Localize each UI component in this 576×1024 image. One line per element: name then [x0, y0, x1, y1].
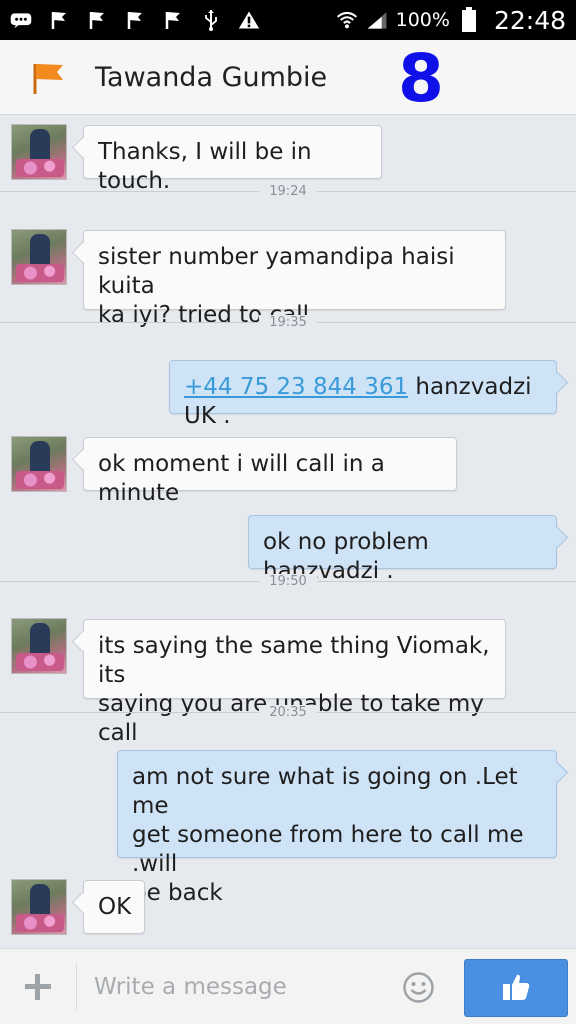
- battery-percent: 100%: [395, 9, 450, 31]
- incoming-message[interactable]: ok moment i will call in a minute: [83, 437, 457, 506]
- message-text: ok moment i will call in a minute: [98, 451, 385, 506]
- flag-icon: [86, 9, 108, 31]
- incoming-message[interactable]: sister number yamandipa haisi kuita ka i…: [83, 230, 506, 328]
- warning-icon: [238, 9, 260, 31]
- time-separator: 19:50: [0, 571, 576, 591]
- contact-avatar[interactable]: [11, 618, 67, 674]
- plus-icon[interactable]: [22, 971, 54, 1003]
- usb-icon: [200, 9, 222, 31]
- contact-avatar[interactable]: [11, 436, 67, 492]
- message-text: OK: [98, 894, 132, 920]
- message-thread[interactable]: Thanks, I will be in touch. 19:24 sister…: [0, 115, 576, 948]
- message-text-line: sister number yamandipa haisi kuita: [98, 244, 455, 299]
- outgoing-message[interactable]: ok no problem hanzvadzi .: [248, 515, 557, 584]
- battery-icon: [458, 7, 480, 32]
- flag-icon: [48, 9, 70, 31]
- signal-icon: [366, 9, 388, 31]
- incoming-message[interactable]: Thanks, I will be in touch.: [83, 125, 382, 194]
- status-bar-notifications: [10, 9, 336, 31]
- smiley-icon[interactable]: [402, 971, 435, 1004]
- contact-name[interactable]: Tawanda Gumbie: [95, 62, 327, 93]
- orange-flag-icon[interactable]: [30, 60, 66, 96]
- timestamp: 19:50: [259, 573, 317, 589]
- message-composer: [0, 948, 576, 1024]
- clock: 22:48: [493, 5, 566, 35]
- timestamp: 19:35: [259, 314, 317, 330]
- time-separator: 20:35: [0, 702, 576, 722]
- message-text-line: get someone from here to call me .will: [132, 822, 524, 877]
- time-separator: 19:24: [0, 181, 576, 201]
- like-button[interactable]: [464, 959, 568, 1017]
- message-text-line: its saying the same thing Viomak, its: [98, 633, 490, 688]
- timestamp: 19:24: [259, 183, 317, 199]
- timestamp: 20:35: [259, 704, 317, 720]
- outgoing-message[interactable]: +44 75 23 844 361 hanzvadzi UK .: [169, 360, 557, 429]
- message-input[interactable]: [94, 969, 384, 1005]
- contact-avatar[interactable]: [11, 879, 67, 935]
- contact-avatar[interactable]: [11, 124, 67, 180]
- unread-count-badge: 8: [398, 40, 444, 117]
- flag-icon: [124, 9, 146, 31]
- contact-avatar[interactable]: [11, 229, 67, 285]
- time-separator: 19:35: [0, 312, 576, 332]
- status-bar-system: 100% 22:48: [336, 6, 566, 35]
- composer-divider: [76, 963, 77, 1011]
- outgoing-message[interactable]: am not sure what is going on .Let me get…: [117, 750, 557, 906]
- phone-number-link[interactable]: +44 75 23 844 361: [184, 374, 408, 400]
- message-text-line: am not sure what is going on .Let me: [132, 764, 518, 819]
- messenger-icon: [10, 9, 32, 31]
- conversation-header: Tawanda Gumbie 8: [0, 40, 576, 115]
- message-text-line: be back: [132, 880, 223, 906]
- incoming-message[interactable]: OK: [83, 880, 145, 934]
- flag-icon: [162, 9, 184, 31]
- thumbs-up-icon: [500, 971, 532, 1006]
- status-bar: 100% 22:48: [0, 0, 576, 40]
- incoming-message[interactable]: its saying the same thing Viomak, its sa…: [83, 619, 506, 746]
- wifi-icon: [336, 9, 358, 31]
